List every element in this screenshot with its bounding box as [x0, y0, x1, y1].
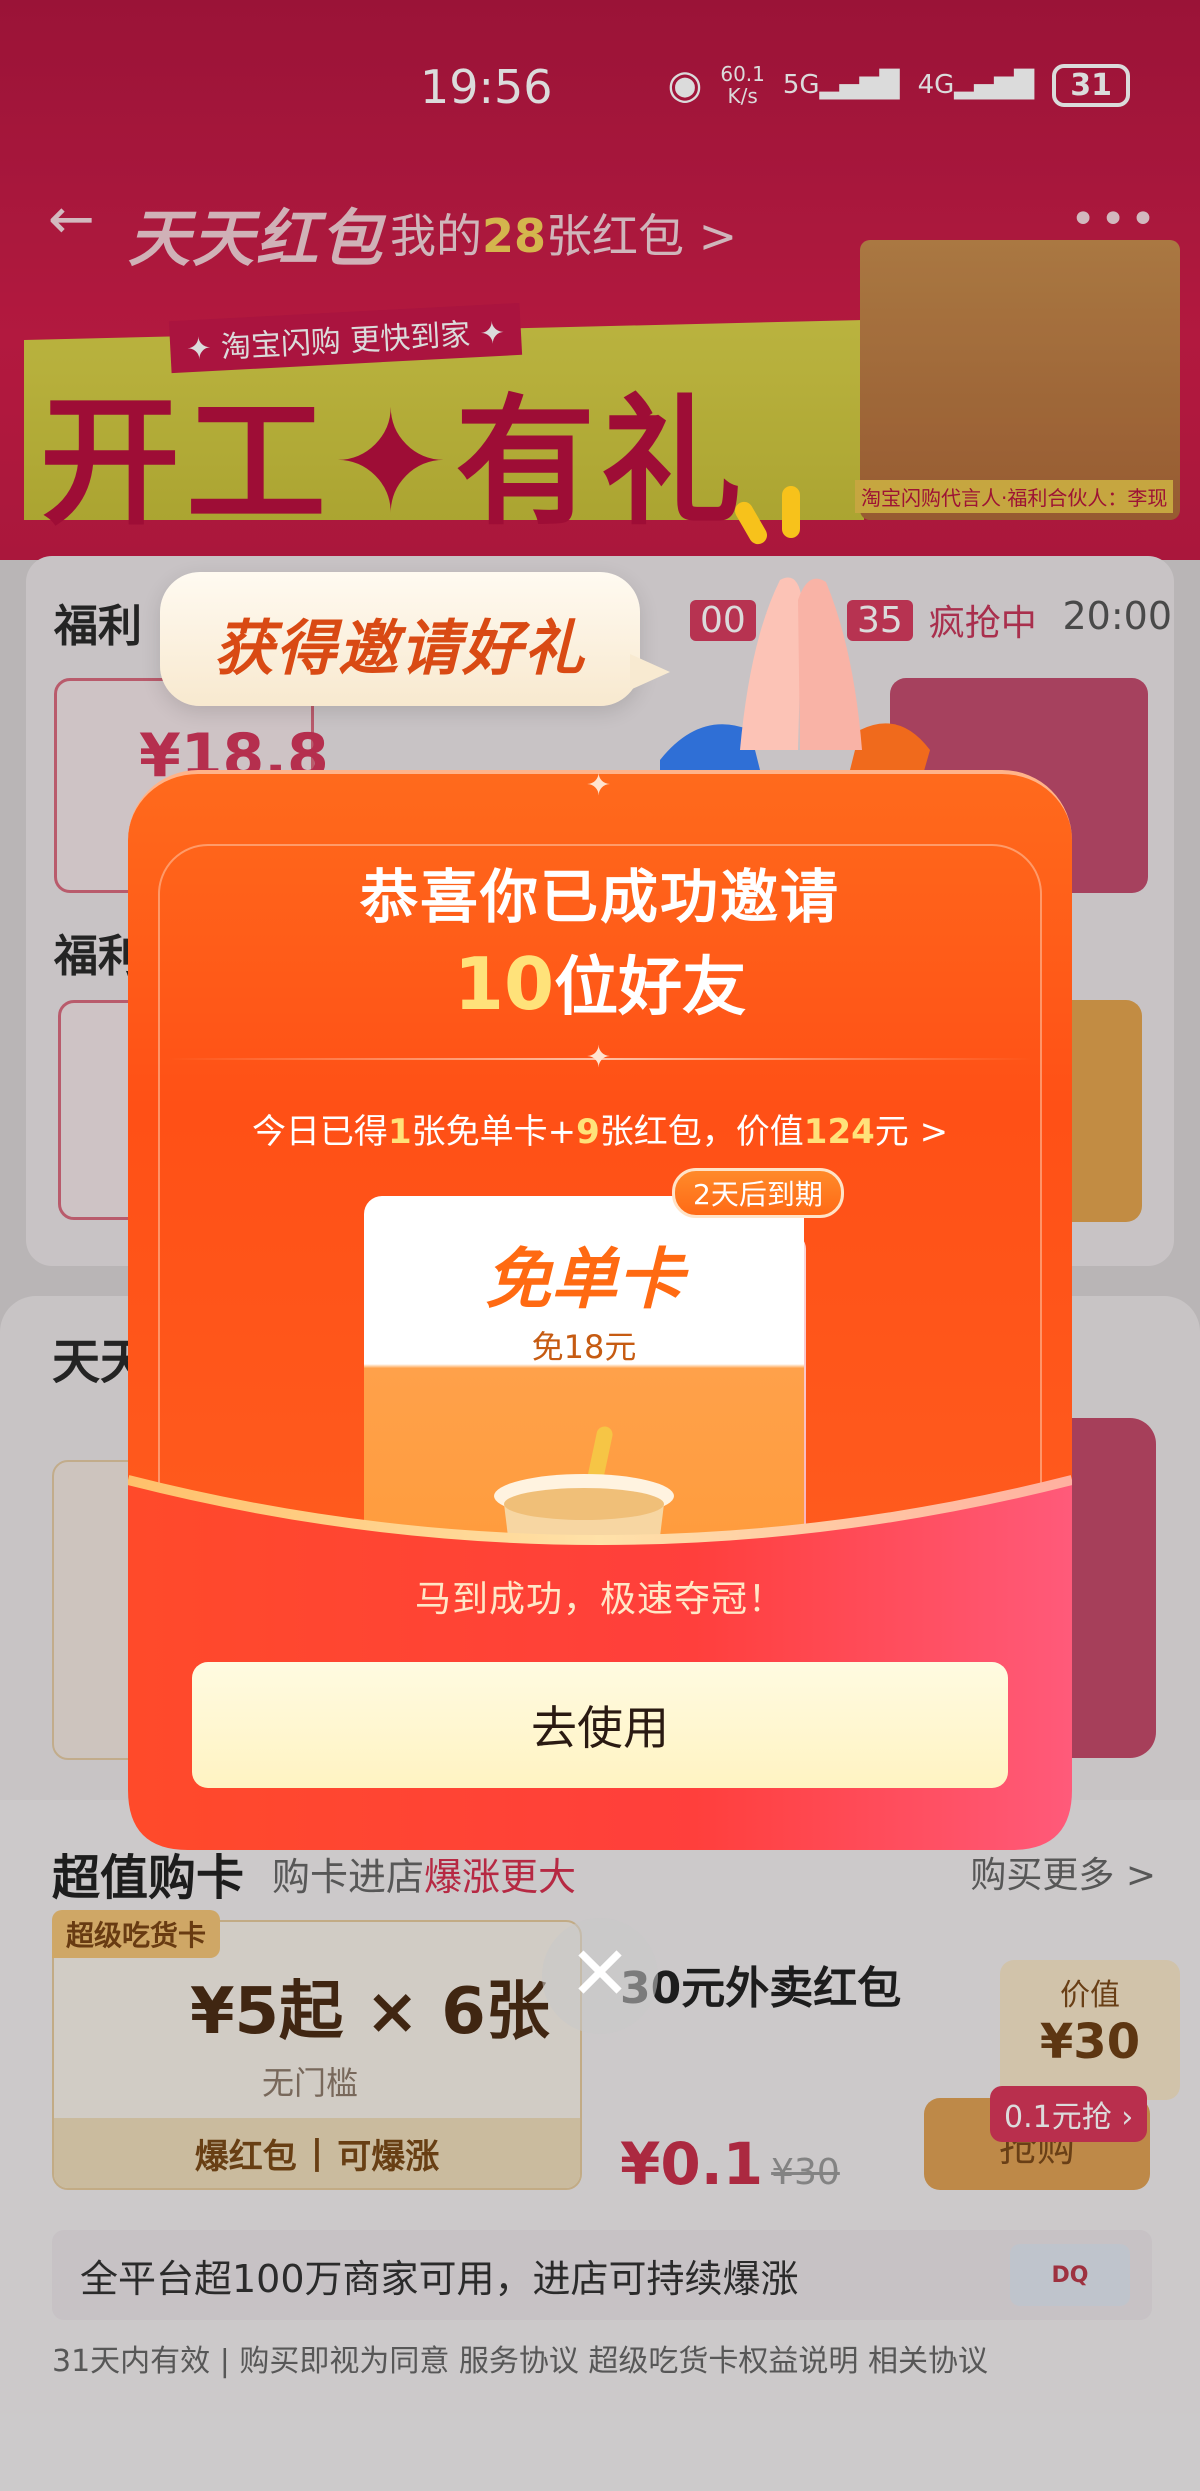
expiry-badge: 2天后到期 [672, 1168, 844, 1218]
sparkle-icon [782, 486, 800, 538]
reward-summary-link[interactable]: 今日已得1张免单卡+9张红包，价值124元 > [128, 1104, 1072, 1153]
star-icon: ✦ [586, 1040, 612, 1075]
use-now-button[interactable]: 去使用 [192, 1662, 1008, 1788]
free-card-value: 免18元 [531, 1328, 637, 1366]
modal-heading: 恭喜你已成功邀请 [359, 863, 840, 931]
free-card-title: 免单卡 [485, 1241, 683, 1318]
bubble-text: 获得邀请好礼 [214, 614, 586, 684]
speech-bubble: 获得邀请好礼 [160, 572, 670, 706]
star-icon: ✦ [586, 768, 612, 803]
invite-reward-modal: ✦ ✦ 恭喜你已成功邀请 10位好友 今日已得1张免单卡+9张红包，价值124元… [128, 740, 1072, 1850]
modal-subheading: 10位好友 [453, 942, 747, 1026]
close-icon[interactable]: ✕ [542, 1918, 658, 2034]
slogan: 马到成功，极速夺冠！ [414, 1579, 785, 1620]
